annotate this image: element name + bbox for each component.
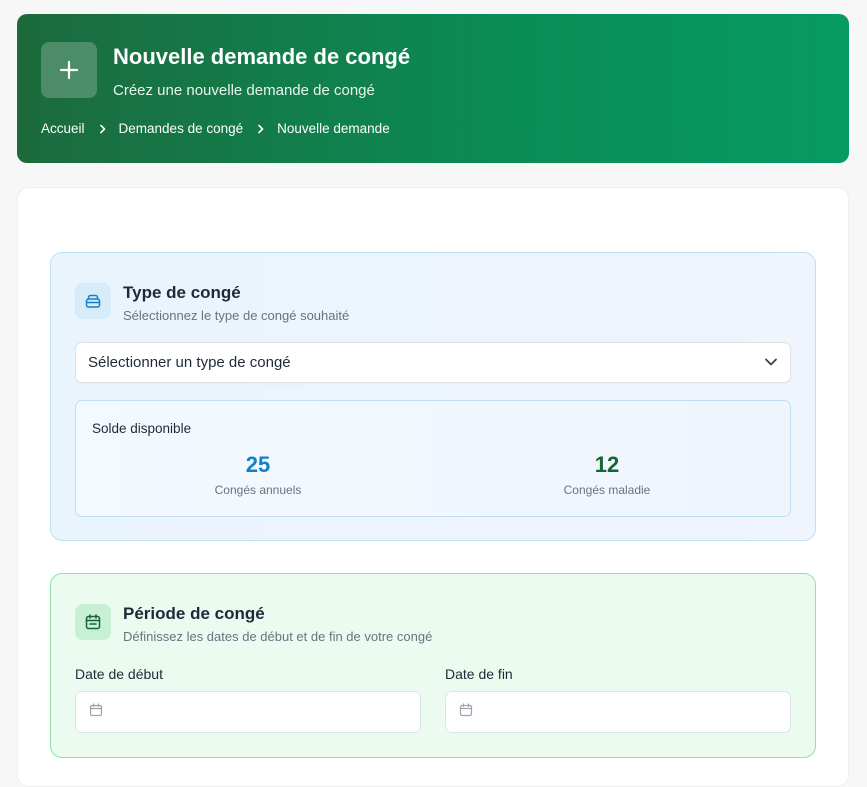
- section-title: Type de congé: [123, 283, 241, 302]
- plus-icon: [41, 42, 97, 98]
- annual-leave-value: 25: [245, 452, 271, 477]
- leave-type-section: Type de congé Sélectionnez le type de co…: [50, 252, 816, 541]
- chevron-right-icon: [257, 124, 265, 134]
- sick-leave-stat: 12 Congés maladie: [507, 451, 707, 497]
- calendar-icon: [75, 604, 111, 640]
- breadcrumb: Accueil Demandes de congé Nouvelle deman…: [41, 121, 390, 136]
- leave-type-select-value: Sélectionner un type de congé: [88, 354, 291, 371]
- chevron-right-icon: [99, 124, 107, 134]
- annual-leave-label: Congés annuels: [214, 483, 302, 497]
- start-date-label: Date de début: [75, 666, 163, 682]
- end-date-label: Date de fin: [445, 666, 513, 682]
- section-title: Période de congé: [123, 604, 265, 623]
- balance-title: Solde disponible: [92, 421, 192, 436]
- annual-leave-stat: 25 Congés annuels: [158, 451, 358, 497]
- leave-type-select[interactable]: Sélectionner un type de congé: [75, 342, 791, 383]
- section-description: Sélectionnez le type de congé souhaité: [123, 308, 350, 323]
- calendar-icon: [89, 702, 103, 722]
- page-header: Nouvelle demande de congé Créez une nouv…: [17, 14, 849, 163]
- page-subtitle: Créez une nouvelle demande de congé: [113, 82, 375, 99]
- sick-leave-label: Congés maladie: [563, 483, 651, 497]
- balance-panel: Solde disponible 25 Congés annuels 12 Co…: [75, 400, 791, 517]
- briefcase-icon: [75, 283, 111, 319]
- leave-period-section: Période de congé Définissez les dates de…: [50, 573, 816, 758]
- calendar-icon: [459, 702, 473, 722]
- end-date-input[interactable]: [445, 691, 791, 733]
- sick-leave-value: 12: [594, 452, 620, 477]
- breadcrumb-item-current: Nouvelle demande: [277, 121, 390, 136]
- page-title: Nouvelle demande de congé: [113, 44, 411, 69]
- section-description: Définissez les dates de début et de fin …: [123, 629, 433, 644]
- breadcrumb-item-home[interactable]: Accueil: [41, 121, 85, 136]
- chevron-down-icon: [764, 354, 778, 371]
- breadcrumb-item-leave-requests[interactable]: Demandes de congé: [119, 121, 244, 136]
- start-date-input[interactable]: [75, 691, 421, 733]
